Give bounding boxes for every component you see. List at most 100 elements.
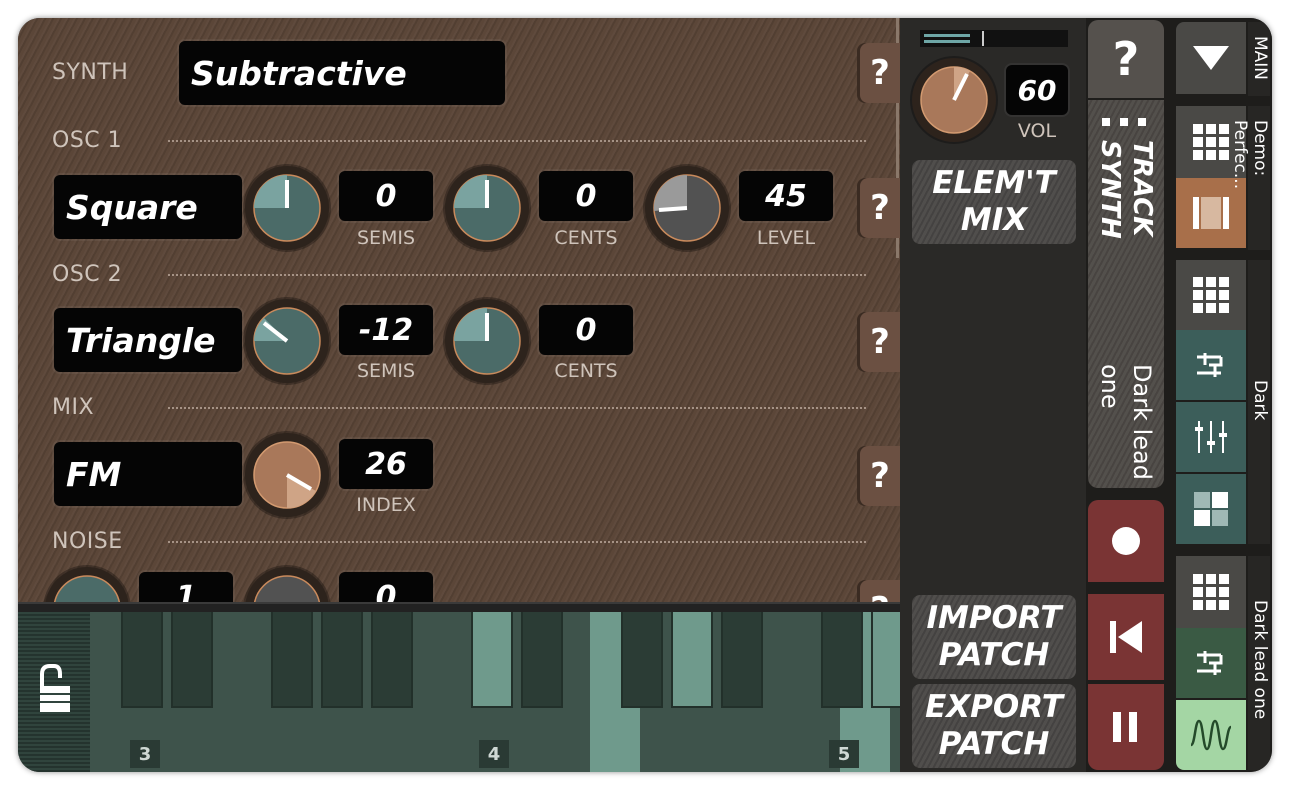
- osc1-help-button[interactable]: ?: [860, 178, 900, 238]
- osc1-level-knob-icon: [653, 174, 721, 242]
- osc1-cents-value[interactable]: 0: [539, 171, 633, 221]
- black-key[interactable]: [321, 612, 363, 708]
- pads-icon: [1194, 492, 1228, 526]
- osc1-cents-knob[interactable]: [445, 166, 529, 250]
- kit-mixer-button[interactable]: [1176, 402, 1246, 472]
- black-key[interactable]: [671, 612, 713, 708]
- noise-label: NOISE: [52, 529, 123, 554]
- osc2-semis-knob-icon: [253, 307, 321, 375]
- export-patch-button[interactable]: EXPORT PATCH: [912, 684, 1076, 768]
- osc1-cents-caption: CENTS: [554, 227, 618, 249]
- osc1-label: OSC 1: [52, 128, 123, 153]
- volume-knob[interactable]: [912, 58, 996, 142]
- osc1-waveform-dropdown[interactable]: Square: [54, 175, 242, 239]
- osc2-divider: [168, 274, 866, 276]
- osc1-level-knob[interactable]: [645, 166, 729, 250]
- element-mix-button[interactable]: ELEM'T MIX: [912, 160, 1076, 244]
- unlock-icon: [40, 664, 70, 712]
- synth-type-dropdown[interactable]: Subtractive: [179, 41, 505, 105]
- black-key[interactable]: [721, 612, 763, 708]
- track-patch-name: Dark lead one: [1096, 364, 1156, 480]
- grid-icon: [1193, 574, 1229, 610]
- osc2-semis-caption: SEMIS: [356, 360, 416, 382]
- osc1-semis-value[interactable]: 0: [339, 171, 433, 221]
- volume-value[interactable]: 60: [1006, 65, 1068, 115]
- octave-label-5: 5: [829, 740, 859, 768]
- track-synth-tab[interactable]: TRACK SYNTH Dark lead one: [1088, 100, 1164, 488]
- osc1-divider: [168, 140, 866, 142]
- export-patch-line2: PATCH: [938, 726, 1050, 762]
- osc1-semis-knob[interactable]: [245, 166, 329, 250]
- synth-label: SYNTH: [52, 60, 129, 85]
- menu-dropdown-button[interactable]: [1176, 22, 1246, 94]
- rewind-button[interactable]: [1088, 594, 1164, 680]
- black-key[interactable]: [521, 612, 563, 708]
- record-button[interactable]: [1088, 500, 1164, 582]
- synth-editor-panel: SYNTH Subtractive ? OSC 1 Square 0 SEMIS…: [18, 18, 900, 651]
- black-key[interactable]: [121, 612, 163, 708]
- black-key[interactable]: [271, 612, 313, 708]
- element-mix-line2: MIX: [960, 202, 1028, 238]
- mix-index-knob-icon: [253, 441, 321, 509]
- triangle-down-icon: [1193, 46, 1229, 70]
- mix-index-knob[interactable]: [245, 433, 329, 517]
- osc1-semis-knob-icon: [253, 174, 321, 242]
- black-key[interactable]: [171, 612, 213, 708]
- track-title: TRACK SYNTH: [1095, 140, 1157, 239]
- kit-grid-button[interactable]: [1176, 260, 1246, 330]
- drag-handle-icon: [1102, 118, 1152, 126]
- import-patch-line2: PATCH: [938, 637, 1050, 673]
- element-mix-line1: ELEM'T: [932, 165, 1056, 201]
- osc1-semis-caption: SEMIS: [356, 227, 416, 249]
- osc2-semis-knob[interactable]: [245, 299, 329, 383]
- octave-label-3: 3: [130, 740, 160, 768]
- mix-index-value[interactable]: 26: [339, 439, 433, 489]
- import-patch-line1: IMPORT: [926, 600, 1062, 636]
- mix-help-button[interactable]: ?: [860, 446, 900, 506]
- track-grid-button[interactable]: [1176, 556, 1246, 628]
- skip-back-icon: [1110, 621, 1142, 653]
- app-window: SYNTH Subtractive ? OSC 1 Square 0 SEMIS…: [18, 18, 1272, 772]
- mixer-sliders-icon: [1195, 421, 1227, 453]
- synth-help-button[interactable]: ?: [860, 43, 900, 103]
- record-icon: [1112, 527, 1140, 555]
- noise-divider: [168, 541, 866, 543]
- timeline-icon: [1193, 197, 1229, 229]
- osc1-cents-knob-icon: [453, 174, 521, 242]
- osc1-level-value[interactable]: 45: [739, 171, 833, 221]
- black-key[interactable]: [471, 612, 513, 708]
- mix-mode-dropdown[interactable]: FM: [54, 442, 242, 506]
- pause-button[interactable]: [1088, 684, 1164, 770]
- black-key[interactable]: [821, 612, 863, 708]
- black-key[interactable]: [621, 612, 663, 708]
- level-meter: [920, 30, 1068, 47]
- nav-main-label: MAIN: [1248, 22, 1270, 96]
- black-key[interactable]: [871, 612, 900, 708]
- export-patch-line1: EXPORT: [925, 689, 1063, 725]
- navigation-column: MAIN Demo: Perfec...: [1168, 18, 1272, 772]
- osc1-level-caption: LEVEL: [756, 227, 816, 249]
- track-synth-button[interactable]: [1176, 700, 1246, 770]
- main-help-button[interactable]: ?: [1088, 20, 1164, 98]
- osc2-semis-value[interactable]: -12: [339, 305, 433, 355]
- osc2-cents-knob[interactable]: [445, 299, 529, 383]
- piano-keyboard[interactable]: 3 4 5: [18, 612, 900, 772]
- octave-label-4: 4: [479, 740, 509, 768]
- osc2-help-button[interactable]: ?: [860, 312, 900, 372]
- kit-pads-button[interactable]: [1176, 474, 1246, 544]
- pause-icon: [1113, 712, 1137, 742]
- osc2-waveform-dropdown[interactable]: Triangle: [54, 308, 242, 372]
- nav-kit-label: Dark: [1248, 260, 1270, 544]
- track-routing-button[interactable]: [1176, 628, 1246, 698]
- nav-track-label: Dark lead one: [1248, 556, 1270, 770]
- keyboard-lock-pad[interactable]: [18, 612, 90, 772]
- volume-knob-icon: [920, 66, 988, 134]
- osc2-cents-value[interactable]: 0: [539, 305, 633, 355]
- black-key[interactable]: [371, 612, 413, 708]
- grid-icon: [1193, 124, 1229, 160]
- osc2-label: OSC 2: [52, 262, 123, 287]
- kit-routing-button[interactable]: [1176, 330, 1246, 400]
- grid-icon: [1193, 277, 1229, 313]
- import-patch-button[interactable]: IMPORT PATCH: [912, 595, 1076, 679]
- waveform-icon: [1189, 719, 1232, 751]
